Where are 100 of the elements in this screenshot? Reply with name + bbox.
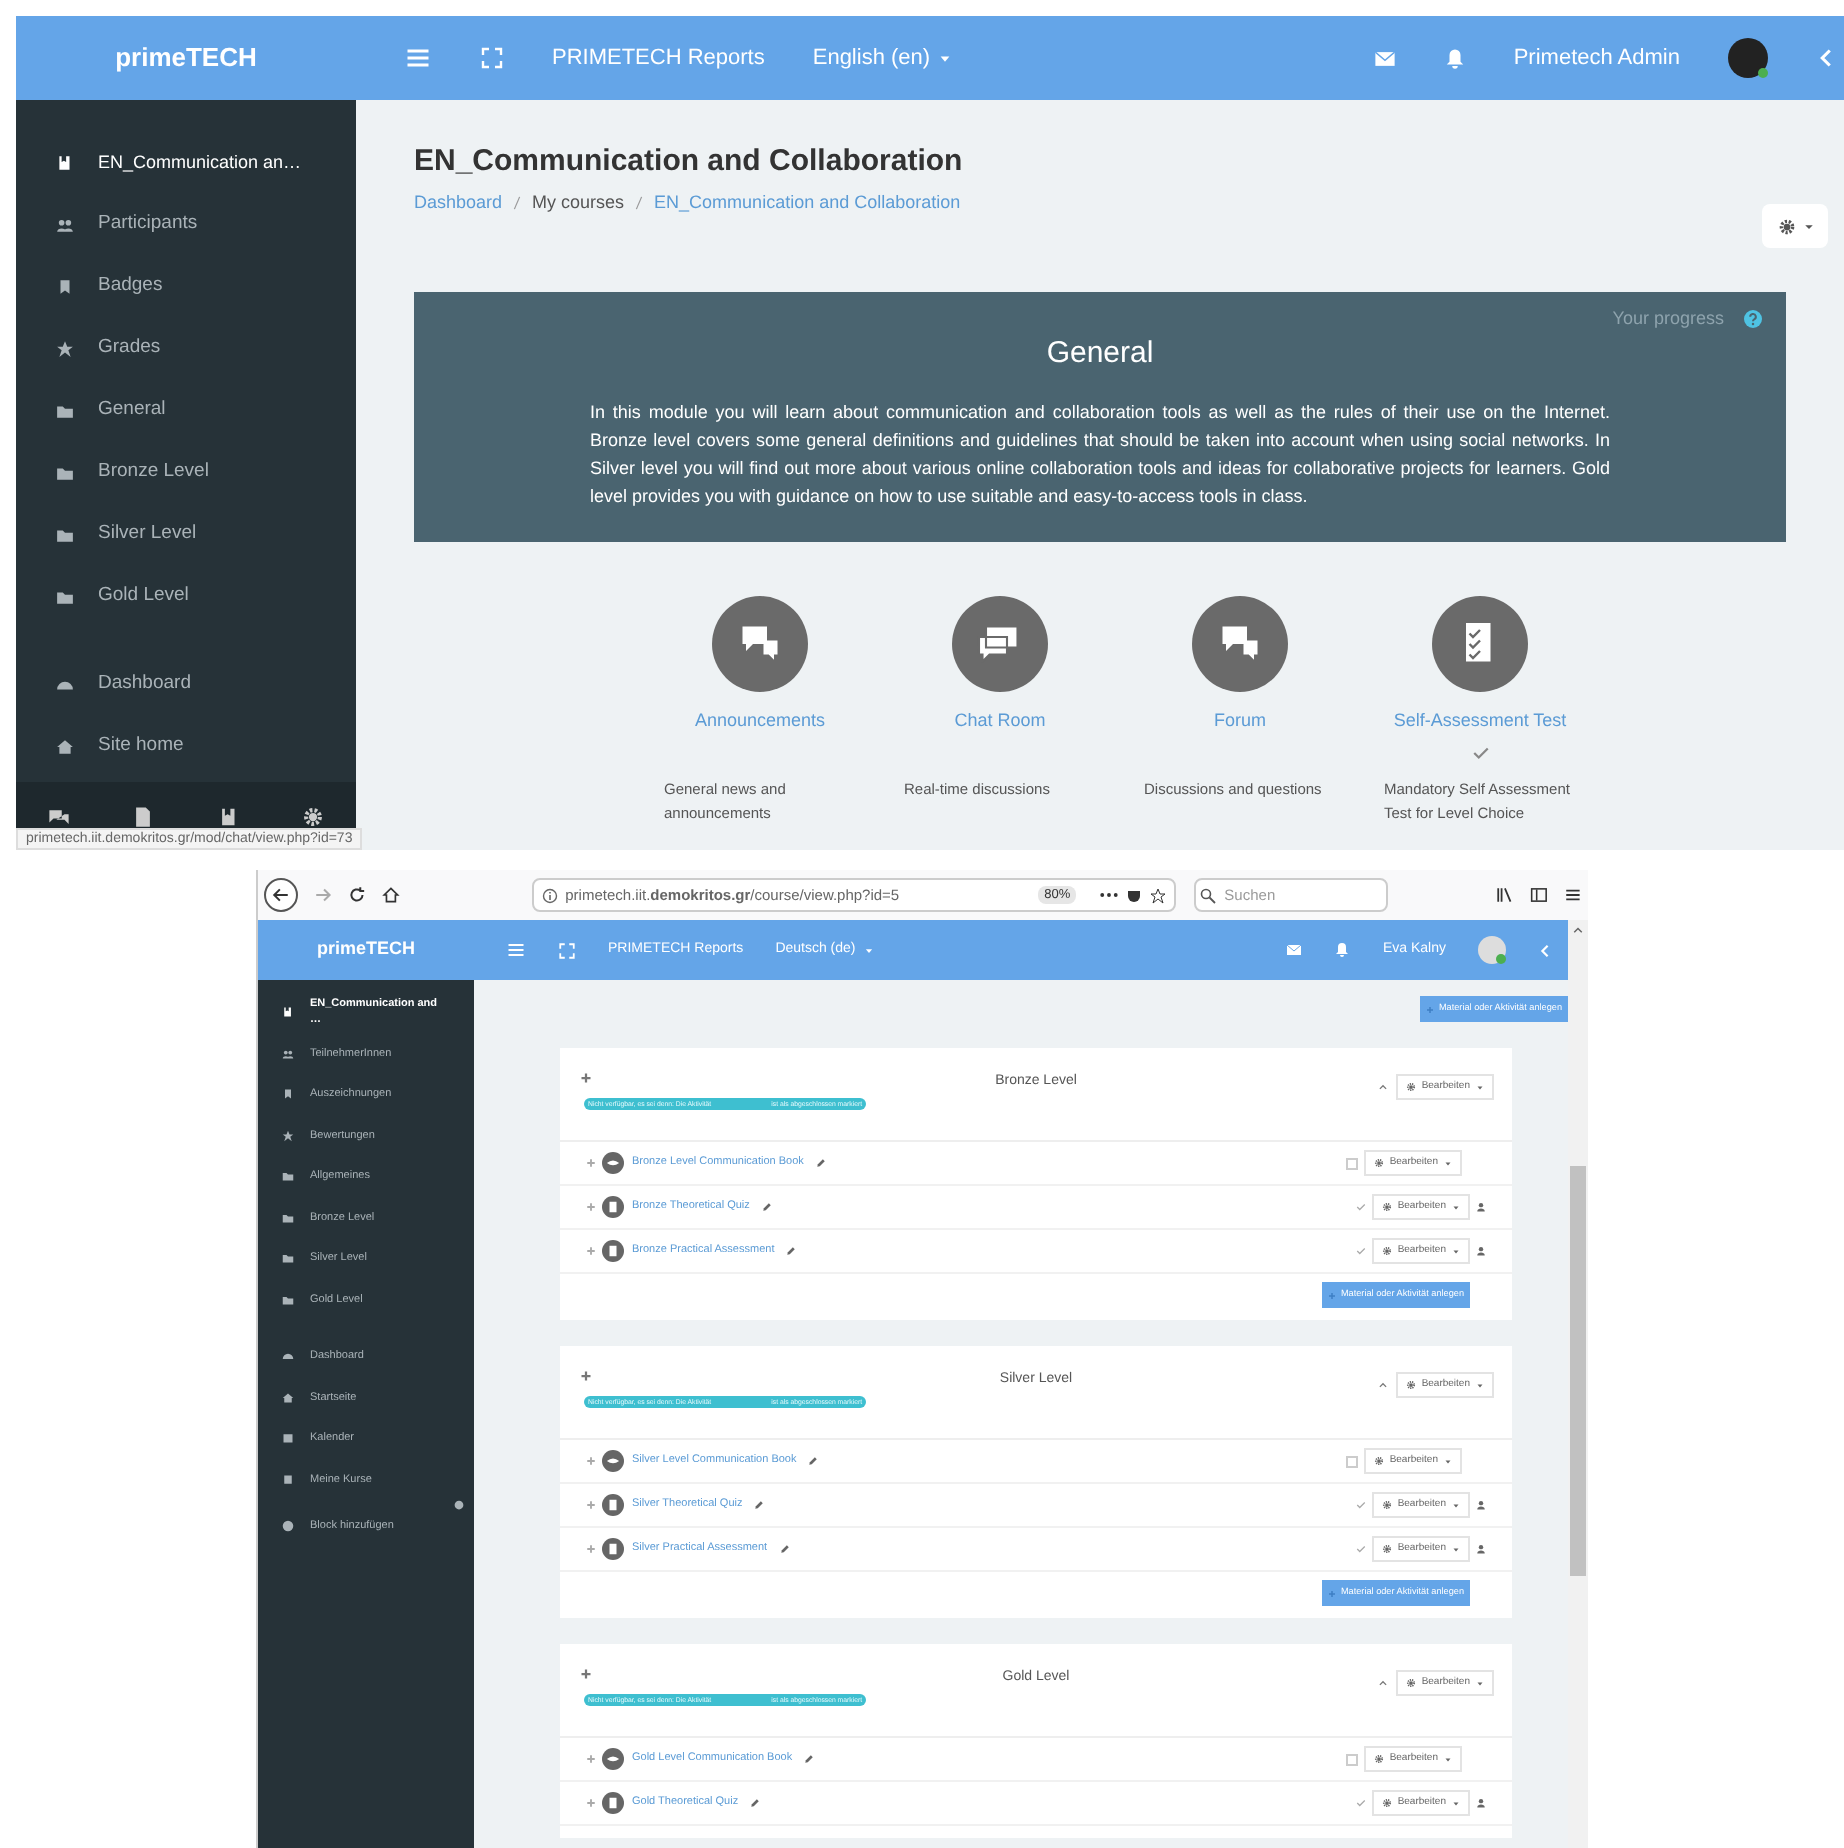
people-icon	[56, 216, 74, 234]
section-title: General	[1046, 334, 1154, 374]
caret-icon	[1444, 1755, 1452, 1763]
folder-icon	[56, 402, 74, 420]
folder-icon	[282, 1211, 294, 1224]
menu-icon	[404, 44, 432, 72]
sidebar-item[interactable]: Participants	[16, 194, 356, 256]
move-handle-icon	[586, 1544, 596, 1554]
gauge-icon	[282, 1350, 294, 1363]
sidebar-item[interactable]: Silver Level	[16, 504, 356, 566]
chevron-left-icon	[1538, 943, 1552, 957]
person-icon	[1476, 1500, 1486, 1510]
home-icon	[381, 886, 400, 904]
home-icon	[282, 1391, 294, 1404]
fullscreen-icon	[558, 941, 576, 959]
reload-icon	[347, 886, 366, 904]
mail-icon	[1373, 47, 1396, 69]
folder-icon	[56, 588, 74, 606]
slash-icon	[510, 193, 525, 212]
book-icon	[217, 805, 240, 827]
collapse-caret-icon	[1377, 1678, 1388, 1688]
avatar[interactable]	[1728, 38, 1768, 78]
caret-icon	[1452, 1203, 1460, 1211]
menu-icon	[1564, 886, 1582, 904]
star-icon	[56, 340, 74, 358]
chevron-left-icon	[1816, 48, 1836, 68]
pencil-icon	[815, 1158, 826, 1168]
pencil-icon	[779, 1544, 790, 1554]
move-handle-icon	[586, 1798, 596, 1808]
sidebar-item[interactable]: Bronze Level	[16, 442, 356, 504]
person-icon	[1476, 1202, 1486, 1212]
completion-checkbox[interactable]	[1345, 1157, 1358, 1169]
pencil-icon	[808, 1456, 819, 1466]
caret-icon	[1452, 1247, 1460, 1255]
mail-icon	[1286, 942, 1303, 958]
move-handle-icon	[586, 1456, 596, 1466]
caret-icon	[1452, 1545, 1460, 1553]
slash-icon	[632, 193, 647, 212]
caret-icon	[1476, 1381, 1484, 1389]
info-icon	[541, 887, 558, 903]
collapse-caret-icon	[1377, 1380, 1388, 1390]
completion-checkbox[interactable]	[1345, 1753, 1358, 1765]
bell-icon	[1443, 47, 1466, 69]
progress-label: Your progress	[1612, 306, 1724, 332]
forum-activity-icon[interactable]	[712, 596, 808, 692]
sidebar-item[interactable]: Site home	[16, 716, 356, 778]
pencil-icon	[754, 1500, 765, 1510]
sidebar-item[interactable]: Grades	[16, 318, 356, 380]
caret-icon	[1444, 1457, 1452, 1465]
bell-icon	[1334, 942, 1351, 958]
move-handle-icon	[586, 1158, 596, 1168]
folder-icon	[282, 1252, 294, 1265]
folder-icon	[282, 1293, 294, 1306]
person-icon	[1476, 1246, 1486, 1256]
checklist-activity-icon[interactable]	[1432, 596, 1528, 692]
folder-icon	[56, 526, 74, 544]
move-handle-icon	[580, 1668, 592, 1680]
sidebar-item[interactable]: Dashboard	[16, 654, 356, 716]
library-icon	[1496, 886, 1515, 904]
search-icon	[1200, 887, 1217, 903]
caret-icon	[1452, 1799, 1460, 1807]
move-handle-icon	[580, 1370, 592, 1382]
sidebar-item[interactable]: General	[16, 380, 356, 442]
person-icon	[1476, 1798, 1486, 1808]
pencil-icon	[804, 1754, 815, 1764]
menu-icon	[506, 940, 526, 960]
settings-menu-button[interactable]	[1762, 204, 1828, 248]
move-handle-icon	[586, 1500, 596, 1510]
caret-icon	[863, 945, 874, 955]
move-handle-icon	[580, 1072, 592, 1084]
home-icon	[56, 738, 74, 756]
pencil-icon	[750, 1798, 761, 1808]
caret-icon	[1476, 1083, 1484, 1091]
back-button[interactable]	[264, 878, 298, 912]
bookmark-icon	[56, 278, 74, 296]
book-icon	[56, 154, 74, 172]
move-handle-icon	[586, 1202, 596, 1212]
scrollbar-thumb[interactable]	[1570, 1166, 1586, 1576]
section-summary: In this module you will learn about communication and collaboration tools as well as the rules of their use on the Internet. Bronze level covers some general definitions and guidelines that should be taken into account when using social networks. In Silver level you will find out more about various online collaboration tools and ideas for collaborative projects for learners. Gold level provides you with guidance on how to use suitable and easy-to-access tools in class.	[590, 399, 1610, 509]
chat-icon	[47, 805, 70, 827]
help-icon	[1744, 310, 1762, 329]
caret-icon	[938, 51, 953, 65]
back-arrow-icon	[271, 886, 290, 904]
person-icon	[1476, 1544, 1486, 1554]
breadcrumb-item[interactable]: My courses	[532, 189, 625, 216]
star-icon	[282, 1129, 294, 1142]
forward-arrow-icon	[313, 886, 332, 904]
star-icon	[1150, 887, 1167, 903]
sidebar-item[interactable]: Badges	[16, 256, 356, 318]
sidebar-item[interactable]: EN_Communication an…	[16, 132, 356, 194]
caret-icon	[1444, 1159, 1452, 1167]
pencil-icon	[761, 1202, 772, 1212]
gauge-icon	[56, 676, 74, 694]
caret-icon	[1452, 1501, 1460, 1509]
sidebar-item[interactable]: Gold Level	[16, 566, 356, 628]
chat-activity-icon[interactable]	[952, 596, 1048, 692]
folder-icon	[56, 464, 74, 482]
pencil-icon	[786, 1246, 797, 1256]
completion-checkbox[interactable]	[1345, 1455, 1358, 1467]
forum-activity-icon[interactable]	[1192, 596, 1288, 692]
